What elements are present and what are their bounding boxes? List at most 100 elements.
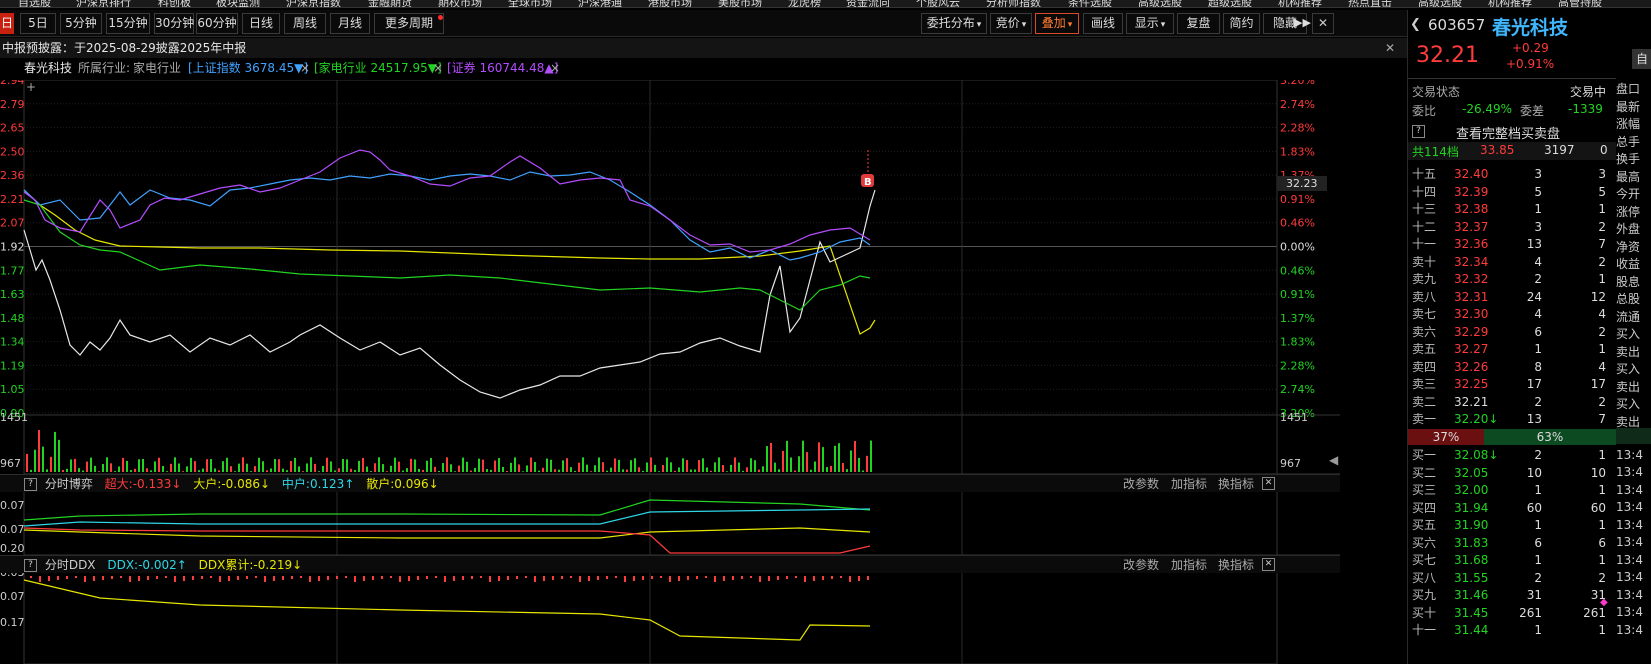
- toolbar-button[interactable]: 竞价 ▾: [990, 13, 1032, 34]
- orderbook-row[interactable]: 买六 31.83 6 6: [1412, 535, 1608, 552]
- help-icon[interactable]: ?: [24, 478, 37, 491]
- orderbook-row[interactable]: 卖七 32.30 4 4: [1412, 306, 1608, 323]
- close-panel-icon[interactable]: ✕: [1262, 477, 1275, 490]
- orderbook-row[interactable]: 买八 31.55 2 2: [1412, 570, 1608, 587]
- topnav-item[interactable]: 板块监测: [216, 0, 260, 7]
- edit-params-button[interactable]: 改参数: [1123, 556, 1159, 574]
- topnav-item[interactable]: 条件选股: [1068, 0, 1112, 7]
- volume-bar: [794, 470, 796, 472]
- orderbook-row[interactable]: 卖一 32.20↓ 13 7: [1412, 411, 1608, 428]
- volume-bar: [582, 457, 584, 472]
- period-button[interactable]: 日线: [242, 13, 280, 34]
- orderbook-row[interactable]: 卖十 32.34 4 2: [1412, 254, 1608, 271]
- topnav-item[interactable]: 高管持股: [1558, 0, 1602, 7]
- intraday-chart[interactable]: 2.94 3.20% 2.79 2.74% 2.65 2.28% 2.50 1.83% 2.36…: [0, 80, 1340, 664]
- topnav-item[interactable]: 个股风云: [916, 0, 960, 7]
- orderbook-cell: 1: [1598, 483, 1606, 497]
- topnav-item[interactable]: 超级选股: [1208, 0, 1252, 7]
- topnav-item[interactable]: 机构推荐: [1488, 0, 1532, 7]
- orderbook-row[interactable]: 买一 32.08↓ 2 1: [1412, 447, 1608, 464]
- orderbook-row[interactable]: 十四 32.39 5 5: [1412, 184, 1608, 201]
- orderbook-row[interactable]: 卖九 32.32 2 1: [1412, 271, 1608, 288]
- help-icon[interactable]: ?: [24, 559, 37, 572]
- orderbook-row[interactable]: 买七 31.68 1 1: [1412, 552, 1608, 569]
- view-full-orderbook-button[interactable]: 查看完整档买卖盘: [1456, 123, 1560, 142]
- orderbook-row[interactable]: 卖五 32.27 1 1: [1412, 341, 1608, 358]
- topnav-item[interactable]: 全球市场: [508, 0, 552, 7]
- topnav-item[interactable]: 期权市场: [438, 0, 482, 7]
- toolbar-button[interactable]: 叠加 ▾: [1035, 13, 1079, 34]
- volume-bar: [430, 457, 432, 472]
- orderbook-row[interactable]: 买四 31.94 60 60: [1412, 500, 1608, 517]
- more-arrows-icon[interactable]: ▶▶: [1294, 16, 1311, 29]
- close-chart-icon[interactable]: ✕: [1312, 13, 1334, 34]
- topnav-item[interactable]: 高级选股: [1138, 0, 1182, 7]
- topnav-item[interactable]: 金融期货: [368, 0, 412, 7]
- period-button[interactable]: 月线: [330, 13, 370, 34]
- remove-overlay-icon[interactable]: ×: [433, 58, 443, 79]
- ddx-bar: [75, 576, 77, 578]
- volume-bar: [730, 464, 732, 472]
- topnav-item[interactable]: 热点直击: [1348, 0, 1392, 7]
- period-button[interactable]: 更多周期: [374, 13, 444, 34]
- orderbook-row[interactable]: 十三 32.38 1 1: [1412, 201, 1608, 218]
- topnav-item[interactable]: 沪深京指数: [286, 0, 341, 7]
- legend-index-securities[interactable]: [证券 160744.48▲]: [447, 58, 558, 79]
- orderbook-row[interactable]: 十一 31.44 1 1: [1412, 622, 1608, 639]
- legend-index-sh[interactable]: [上证指数 3678.45▼]: [188, 58, 308, 79]
- period-button[interactable]: 5分钟: [60, 13, 102, 34]
- switch-indicator-button[interactable]: 换指标: [1218, 556, 1254, 574]
- period-button[interactable]: 60分钟: [196, 13, 238, 34]
- side-toggle-button[interactable]: 自: [1632, 49, 1651, 69]
- add-indicator-button[interactable]: 加指标: [1171, 475, 1207, 493]
- orderbook-row[interactable]: 十二 32.37 3 2: [1412, 219, 1608, 236]
- orderbook-row[interactable]: 卖八 32.31 24 12: [1412, 289, 1608, 306]
- period-button[interactable]: 周线: [284, 13, 326, 34]
- toolbar-button[interactable]: 显示 ▾: [1126, 13, 1174, 34]
- topnav-item[interactable]: 机构推荐: [1278, 0, 1322, 7]
- orderbook-row[interactable]: 卖三 32.25 17 17: [1412, 376, 1608, 393]
- pct-axis-label: 0.00%: [1280, 241, 1315, 254]
- orderbook-row[interactable]: 十一 32.36 13 7: [1412, 236, 1608, 253]
- orderbook-row[interactable]: 买十 31.45 261 261: [1412, 605, 1608, 622]
- topnav-item[interactable]: 美股市场: [718, 0, 762, 7]
- remove-overlay-icon[interactable]: ×: [300, 58, 310, 79]
- remove-overlay-icon[interactable]: ×: [550, 58, 560, 79]
- orderbook-cell: 32.32: [1454, 272, 1489, 286]
- switch-indicator-button[interactable]: 换指标: [1218, 475, 1254, 493]
- ddx-bar: [246, 576, 248, 579]
- collapse-panel-icon[interactable]: ◀: [1329, 440, 1338, 480]
- orderbook-row[interactable]: 买五 31.90 1 1: [1412, 517, 1608, 534]
- edit-params-button[interactable]: 改参数: [1123, 475, 1159, 493]
- orderbook-row[interactable]: 买二 32.05 10 10: [1412, 465, 1608, 482]
- topnav-item[interactable]: 资金流向: [846, 0, 890, 7]
- topnav-item[interactable]: 科创板: [158, 0, 191, 7]
- topnav-item[interactable]: 高级选股: [1418, 0, 1462, 7]
- toolbar-button[interactable]: 委托分布 ▾: [921, 13, 987, 34]
- orderbook-row[interactable]: 买三 32.00 1 1: [1412, 482, 1608, 499]
- add-indicator-button[interactable]: 加指标: [1171, 556, 1207, 574]
- close-panel-icon[interactable]: ✕: [1262, 558, 1275, 571]
- topnav-item[interactable]: 沪深港通: [578, 0, 622, 7]
- orderbook-row[interactable]: 卖六 32.29 6 2: [1412, 324, 1608, 341]
- orderbook-row[interactable]: 十五 32.40 3 3: [1412, 166, 1608, 183]
- close-notice-icon[interactable]: ✕: [1385, 38, 1395, 58]
- topnav-item[interactable]: 分析师指数: [986, 0, 1041, 7]
- period-day-button[interactable]: 日: [0, 13, 14, 34]
- topnav-item[interactable]: 龙虎榜: [788, 0, 821, 7]
- toolbar-button[interactable]: 简约: [1223, 13, 1260, 34]
- toolbar-button[interactable]: 复盘: [1177, 13, 1220, 34]
- toolbar-button[interactable]: 画线: [1083, 13, 1123, 34]
- orderbook-row[interactable]: 卖二 32.21 2 2: [1412, 394, 1608, 411]
- orderbook-row[interactable]: 卖四 32.26 8 4: [1412, 359, 1608, 376]
- topnav-item[interactable]: 港股市场: [648, 0, 692, 7]
- orderbook-row[interactable]: 买九 31.46 31 31: [1412, 587, 1608, 604]
- orderbook-help-icon[interactable]: ?: [1412, 124, 1425, 138]
- period-button[interactable]: 15分钟: [106, 13, 150, 34]
- legend-index-industry[interactable]: [家电行业 24517.95▼]: [314, 58, 442, 79]
- back-icon[interactable]: ❮: [1410, 17, 1421, 32]
- period-button[interactable]: 5日: [20, 13, 56, 34]
- topnav-item[interactable]: 沪深京排行: [76, 0, 131, 7]
- period-button[interactable]: 30分钟: [154, 13, 194, 34]
- topnav-item[interactable]: 自选股: [18, 0, 51, 7]
